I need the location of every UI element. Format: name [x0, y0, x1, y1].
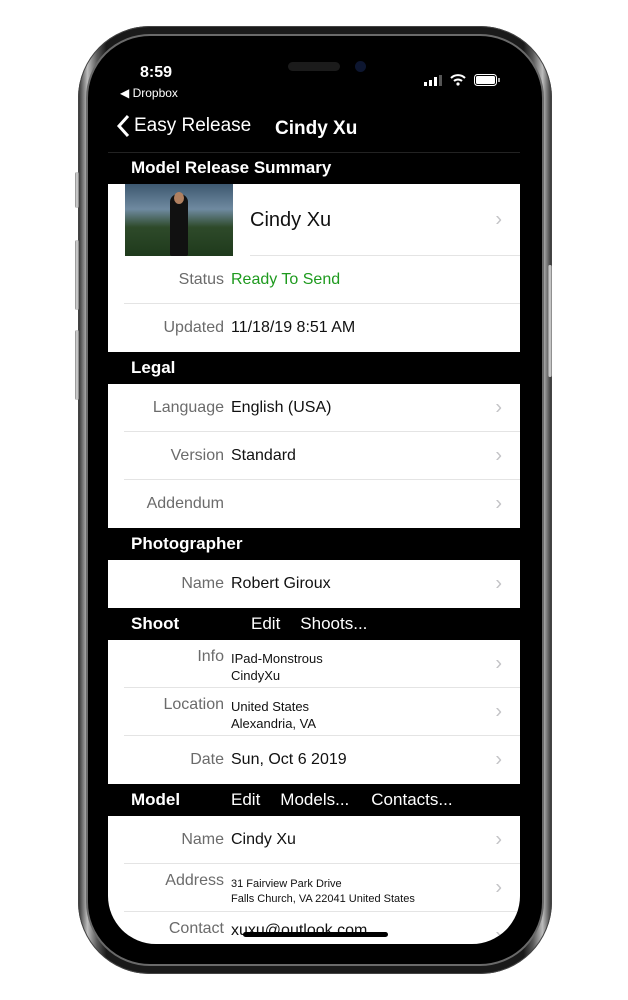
chevron-left-icon	[116, 114, 130, 138]
home-indicator[interactable]	[243, 932, 388, 937]
volume-down-button	[75, 330, 79, 400]
shoot-info-line1: IPad-Monstrous	[231, 651, 323, 666]
model-address-row[interactable]: Address 31 Fairview Park Drive Falls Chu…	[108, 864, 520, 912]
model-group: Name Cindy Xu › Address 31 Fairview Park…	[108, 816, 520, 944]
section-header-photographer: Photographer	[131, 534, 243, 553]
model-address-label: Address	[165, 872, 224, 889]
shoot-info-label: Info	[197, 648, 224, 665]
section-header-model: Model Edit Models... Contacts...	[108, 784, 520, 816]
shoot-date-row[interactable]: Date Sun, Oct 6 2019 ›	[108, 736, 520, 784]
model-header-label: Model	[131, 790, 181, 809]
back-app-label: Dropbox	[132, 86, 178, 100]
section-header-legal: Legal	[131, 358, 176, 377]
page-title: Cindy Xu	[275, 118, 358, 139]
chevron-right-icon: ›	[495, 748, 502, 771]
section-header-summary: Model Release Summary	[131, 158, 332, 177]
shoot-location-label: Location	[163, 696, 225, 713]
shoot-location-value: United States Alexandria, VA	[231, 688, 316, 732]
updated-row: Updated 11/18/19 8:51 AM	[108, 304, 520, 352]
chevron-right-icon: ›	[495, 492, 502, 515]
chevron-right-icon: ›	[495, 924, 502, 945]
status-row: Status Ready To Send	[108, 256, 520, 304]
chevron-right-icon: ›	[495, 700, 502, 723]
chevron-right-icon: ›	[495, 396, 502, 419]
model-photo	[125, 184, 233, 256]
status-label: Status	[178, 271, 224, 288]
shoot-edit-button[interactable]: Edit	[251, 614, 280, 634]
addendum-row[interactable]: Addendum ›	[108, 480, 520, 528]
shoot-group: Info IPad-Monstrous CindyXu › Location U…	[108, 640, 520, 784]
shoot-info-value: IPad-Monstrous CindyXu	[231, 640, 323, 684]
chevron-right-icon: ›	[495, 572, 502, 595]
language-label: Language	[152, 399, 224, 416]
shoot-header-label: Shoot	[131, 614, 180, 633]
photographer-name-value: Robert Giroux	[231, 575, 331, 592]
summary-group: Cindy Xu › Status Ready To Send Updated …	[108, 184, 520, 352]
power-button	[548, 265, 552, 377]
model-edit-button[interactable]: Edit	[231, 790, 260, 810]
photographer-group: Name Robert Giroux ›	[108, 560, 520, 608]
legal-group: Language English (USA) › Version Standar…	[108, 384, 520, 528]
model-address-value: 31 Fairview Park Drive Falls Church, VA …	[231, 864, 415, 907]
version-label: Version	[170, 447, 224, 464]
status-value: Ready To Send	[231, 271, 341, 288]
shoot-date-value: Sun, Oct 6 2019	[231, 751, 347, 768]
version-row[interactable]: Version Standard ›	[108, 432, 520, 480]
screen: 8:59 ◀ Dropbox Easy Release Cindy Xu Mod…	[108, 44, 520, 944]
models-button[interactable]: Models...	[280, 790, 349, 810]
shoot-info-row[interactable]: Info IPad-Monstrous CindyXu ›	[108, 640, 520, 688]
model-contact-label: Contact	[168, 920, 224, 937]
version-value: Standard	[231, 447, 296, 464]
model-name-label: Name	[181, 831, 224, 848]
back-button[interactable]: Easy Release	[116, 114, 251, 138]
speaker	[288, 62, 340, 71]
content: Model Release Summary Cindy Xu › Status …	[108, 152, 520, 944]
volume-up-button	[75, 240, 79, 310]
chevron-right-icon: ›	[495, 828, 502, 851]
shoot-info-line2: CindyXu	[231, 668, 281, 683]
wifi-icon	[450, 74, 466, 86]
shoot-location-row[interactable]: Location United States Alexandria, VA ›	[108, 688, 520, 736]
addendum-label: Addendum	[146, 495, 224, 512]
back-label: Easy Release	[134, 115, 252, 136]
back-triangle-icon: ◀	[120, 86, 133, 100]
battery-icon	[474, 74, 500, 86]
status-bar: 8:59 ◀ Dropbox	[108, 44, 520, 104]
shoot-location-line2: Alexandria, VA	[231, 716, 317, 731]
language-row[interactable]: Language English (USA) ›	[108, 384, 520, 432]
language-value: English (USA)	[231, 399, 332, 416]
signal-icon	[424, 74, 442, 86]
model-contact-row[interactable]: Contact xuxu@outlook.com ›	[108, 912, 520, 944]
photo-face	[174, 192, 184, 204]
clock: 8:59	[140, 64, 173, 81]
shoot-location-line1: United States	[231, 699, 310, 714]
shoot-date-label: Date	[190, 751, 224, 768]
model-name-value: Cindy Xu	[231, 831, 296, 848]
model-name: Cindy Xu	[250, 208, 332, 231]
model-name-row[interactable]: Name Cindy Xu ›	[108, 816, 520, 864]
contacts-button[interactable]: Contacts...	[371, 790, 452, 810]
model-summary-row[interactable]: Cindy Xu ›	[108, 184, 520, 256]
back-to-app[interactable]: ◀ Dropbox	[120, 86, 178, 100]
mute-switch	[75, 172, 79, 208]
front-camera	[355, 61, 366, 72]
chevron-right-icon: ›	[495, 652, 502, 675]
chevron-right-icon: ›	[495, 444, 502, 467]
address-line1: 31 Fairview Park Drive	[231, 878, 342, 890]
photographer-name-row[interactable]: Name Robert Giroux ›	[108, 560, 520, 608]
updated-value: 11/18/19 8:51 AM	[231, 319, 356, 336]
updated-label: Updated	[163, 319, 225, 336]
chevron-right-icon: ›	[495, 876, 502, 899]
status-icons	[424, 74, 500, 86]
shoots-button[interactable]: Shoots...	[300, 614, 367, 634]
address-line2: Falls Church, VA 22041 United States	[231, 893, 415, 905]
photographer-name-label: Name	[181, 575, 224, 592]
section-header-shoot: Shoot Edit Shoots...	[108, 608, 520, 640]
nav-bar: Easy Release Cindy Xu	[108, 106, 520, 153]
chevron-right-icon: ›	[495, 208, 502, 231]
